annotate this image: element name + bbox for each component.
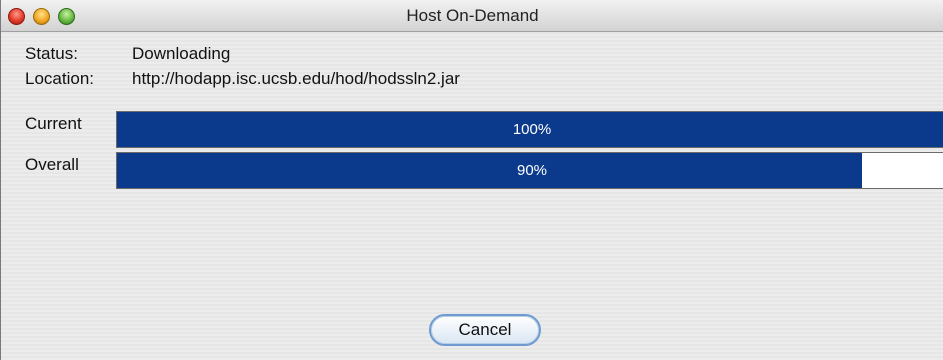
location-value: http://hodapp.isc.ucsb.edu/hod/hodssln2.… — [132, 69, 460, 88]
status-value: Downloading — [132, 44, 231, 63]
overall-progress-bar: 90% — [116, 152, 943, 189]
window-title: Host On-Demand — [406, 6, 539, 25]
download-dialog: Host On-Demand Status: Downloading Locat… — [0, 0, 943, 360]
current-label: Current — [25, 114, 82, 133]
current-progress-text: 100% — [512, 121, 552, 138]
title-bar[interactable]: Host On-Demand — [1, 0, 943, 32]
status-label: Status: — [25, 44, 78, 63]
current-progress-bar: 100% — [116, 111, 943, 148]
overall-progress-text: 90% — [516, 162, 548, 179]
cancel-button[interactable]: Cancel — [429, 314, 541, 346]
overall-label: Overall — [25, 155, 79, 174]
location-label: Location: — [25, 69, 94, 88]
